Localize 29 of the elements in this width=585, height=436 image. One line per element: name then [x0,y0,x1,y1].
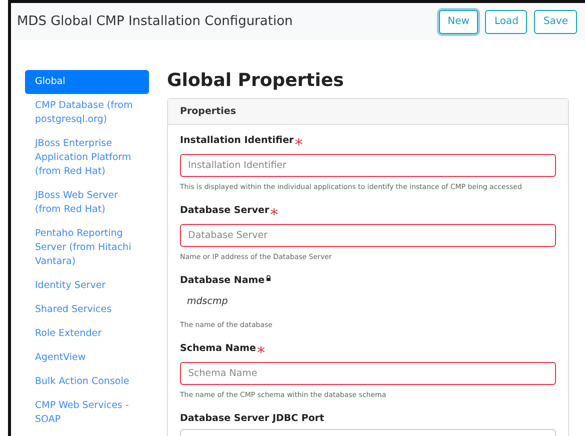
required-mark: * [294,135,303,154]
nav-item[interactable]: AgentView [25,346,149,370]
nav-item[interactable]: Shared Services [25,298,149,322]
nav-item[interactable]: Pentaho Reporting Server (from Hitachi Vantara) [25,222,149,274]
nav-item[interactable]: Global [25,70,149,94]
text-field[interactable]: Schema Name [180,362,556,385]
field-label: Database Name [180,275,265,286]
text-field[interactable]: Database Server [180,224,556,247]
nav-item[interactable]: JBoss Enterprise Application Platform (from Red Hat) [25,132,149,184]
nav-item[interactable]: Bulk Action Console [25,370,149,394]
nav-item[interactable]: Role Extender [25,322,149,346]
header-button[interactable]: New [438,10,478,34]
text-field[interactable]: Installation Identifier [180,154,556,177]
nav-item[interactable]: CMP Web Services - SOAP [25,394,149,432]
required-mark: * [270,205,278,224]
header-button[interactable]: Save [534,10,577,34]
nav-item[interactable]: JBoss Web Server (from Red Hat) [25,184,149,222]
field-label: Database Server [180,205,270,216]
field-label: Installation Identifier [180,135,294,146]
page-heading: Global Properties [167,70,345,92]
nav-item[interactable]: CMP Database (from postgresql.org) [25,94,149,132]
field-label: Database Server JDBC Port [180,413,324,424]
field-value: mdscmp [186,295,229,309]
required-mark: * [257,343,265,362]
app-title: MDS Global CMP Installation Configuration [17,14,293,29]
nav-item[interactable]: Identity Server [25,274,149,298]
card-header: Properties [168,99,568,125]
header-button[interactable]: Load [485,10,528,34]
field-label: Schema Name [180,343,256,354]
